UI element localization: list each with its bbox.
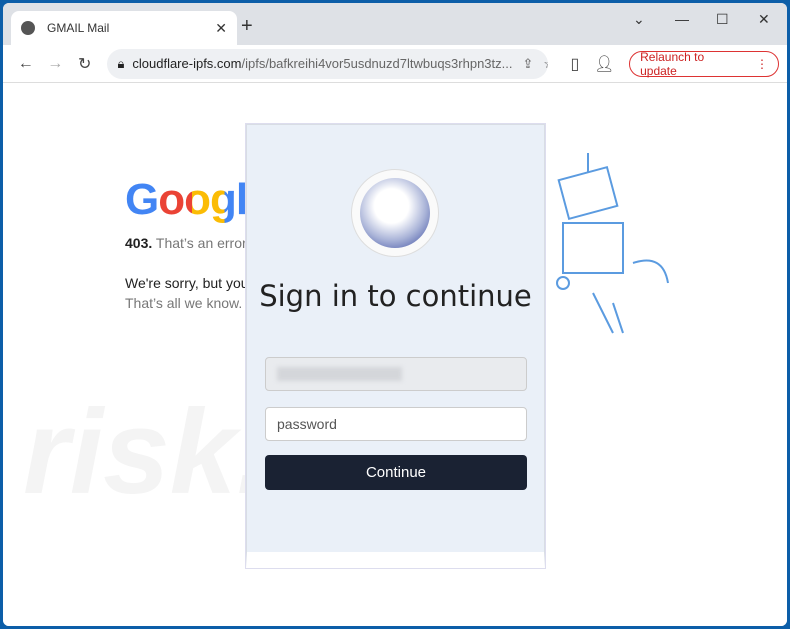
profile-icon[interactable]: 👤︎ <box>590 54 619 74</box>
globe-icon <box>21 21 35 35</box>
lock-icon: 🔒︎ <box>117 55 125 71</box>
relaunch-button[interactable]: Relaunch to update ⋮ <box>629 49 779 78</box>
robot-illustration <box>556 153 669 334</box>
page-title: Sign in to continue <box>259 279 532 313</box>
url-path: /ipfs/bafkreihi4vor5usdnuzd7ltwbuqs3rhpn… <box>241 56 513 71</box>
know-text: That’s all we know. <box>125 295 243 311</box>
close-window-button[interactable]: ✕ <box>758 11 770 28</box>
share-icon[interactable]: ⇪ <box>512 56 533 72</box>
tab-title: GMAIL Mail <box>47 21 110 35</box>
error-line: 403. That’s an error. <box>125 235 250 251</box>
minimize-button[interactable]: — <box>675 11 689 27</box>
password-placeholder: password <box>277 416 337 432</box>
globe-icon <box>360 178 430 248</box>
reload-icon[interactable]: ↻ <box>70 54 99 74</box>
avatar <box>351 169 439 257</box>
maximize-button[interactable]: ☐ <box>716 11 729 28</box>
address-bar[interactable]: 🔒︎ cloudflare-ipfs.com/ipfs/bafkreihi4vo… <box>107 48 549 79</box>
menu-icon[interactable]: ⋮ <box>756 57 768 71</box>
toolbar: ← → ↻ 🔒︎ cloudflare-ipfs.com/ipfs/bafkre… <box>3 45 787 83</box>
login-card: Sign in to continue password Continue <box>246 124 545 568</box>
blurred-email <box>277 367 402 381</box>
url-domain: cloudflare-ipfs.com <box>132 56 242 71</box>
tab-bar: GMAIL Mail ✕ + ⌄ — ☐ ✕ <box>3 3 787 45</box>
sorry-text: We're sorry, but you <box>125 275 249 291</box>
tab-search-icon[interactable]: ⌄ <box>633 11 645 28</box>
forward-icon[interactable]: → <box>40 55 69 73</box>
page-content: risk.com Google 403. That’s an error. We… <box>3 83 787 626</box>
side-panel-icon[interactable]: ▯ <box>560 54 589 74</box>
password-field[interactable]: password <box>265 407 527 441</box>
continue-button[interactable]: Continue <box>265 455 527 490</box>
back-icon[interactable]: ← <box>11 55 40 73</box>
email-field[interactable] <box>265 357 527 391</box>
error-text: That’s an error. <box>155 235 250 251</box>
star-icon[interactable]: ☆ <box>533 56 548 72</box>
close-tab-icon[interactable]: ✕ <box>215 20 227 37</box>
tab-active[interactable]: GMAIL Mail ✕ <box>11 11 237 45</box>
relaunch-label: Relaunch to update <box>640 49 705 78</box>
browser-window: GMAIL Mail ✕ + ⌄ — ☐ ✕ ← → ↻ 🔒︎ cloudfla… <box>3 3 787 626</box>
continue-label: Continue <box>365 464 427 481</box>
new-tab-button[interactable]: + <box>241 15 253 38</box>
error-code: 403. <box>125 235 153 251</box>
